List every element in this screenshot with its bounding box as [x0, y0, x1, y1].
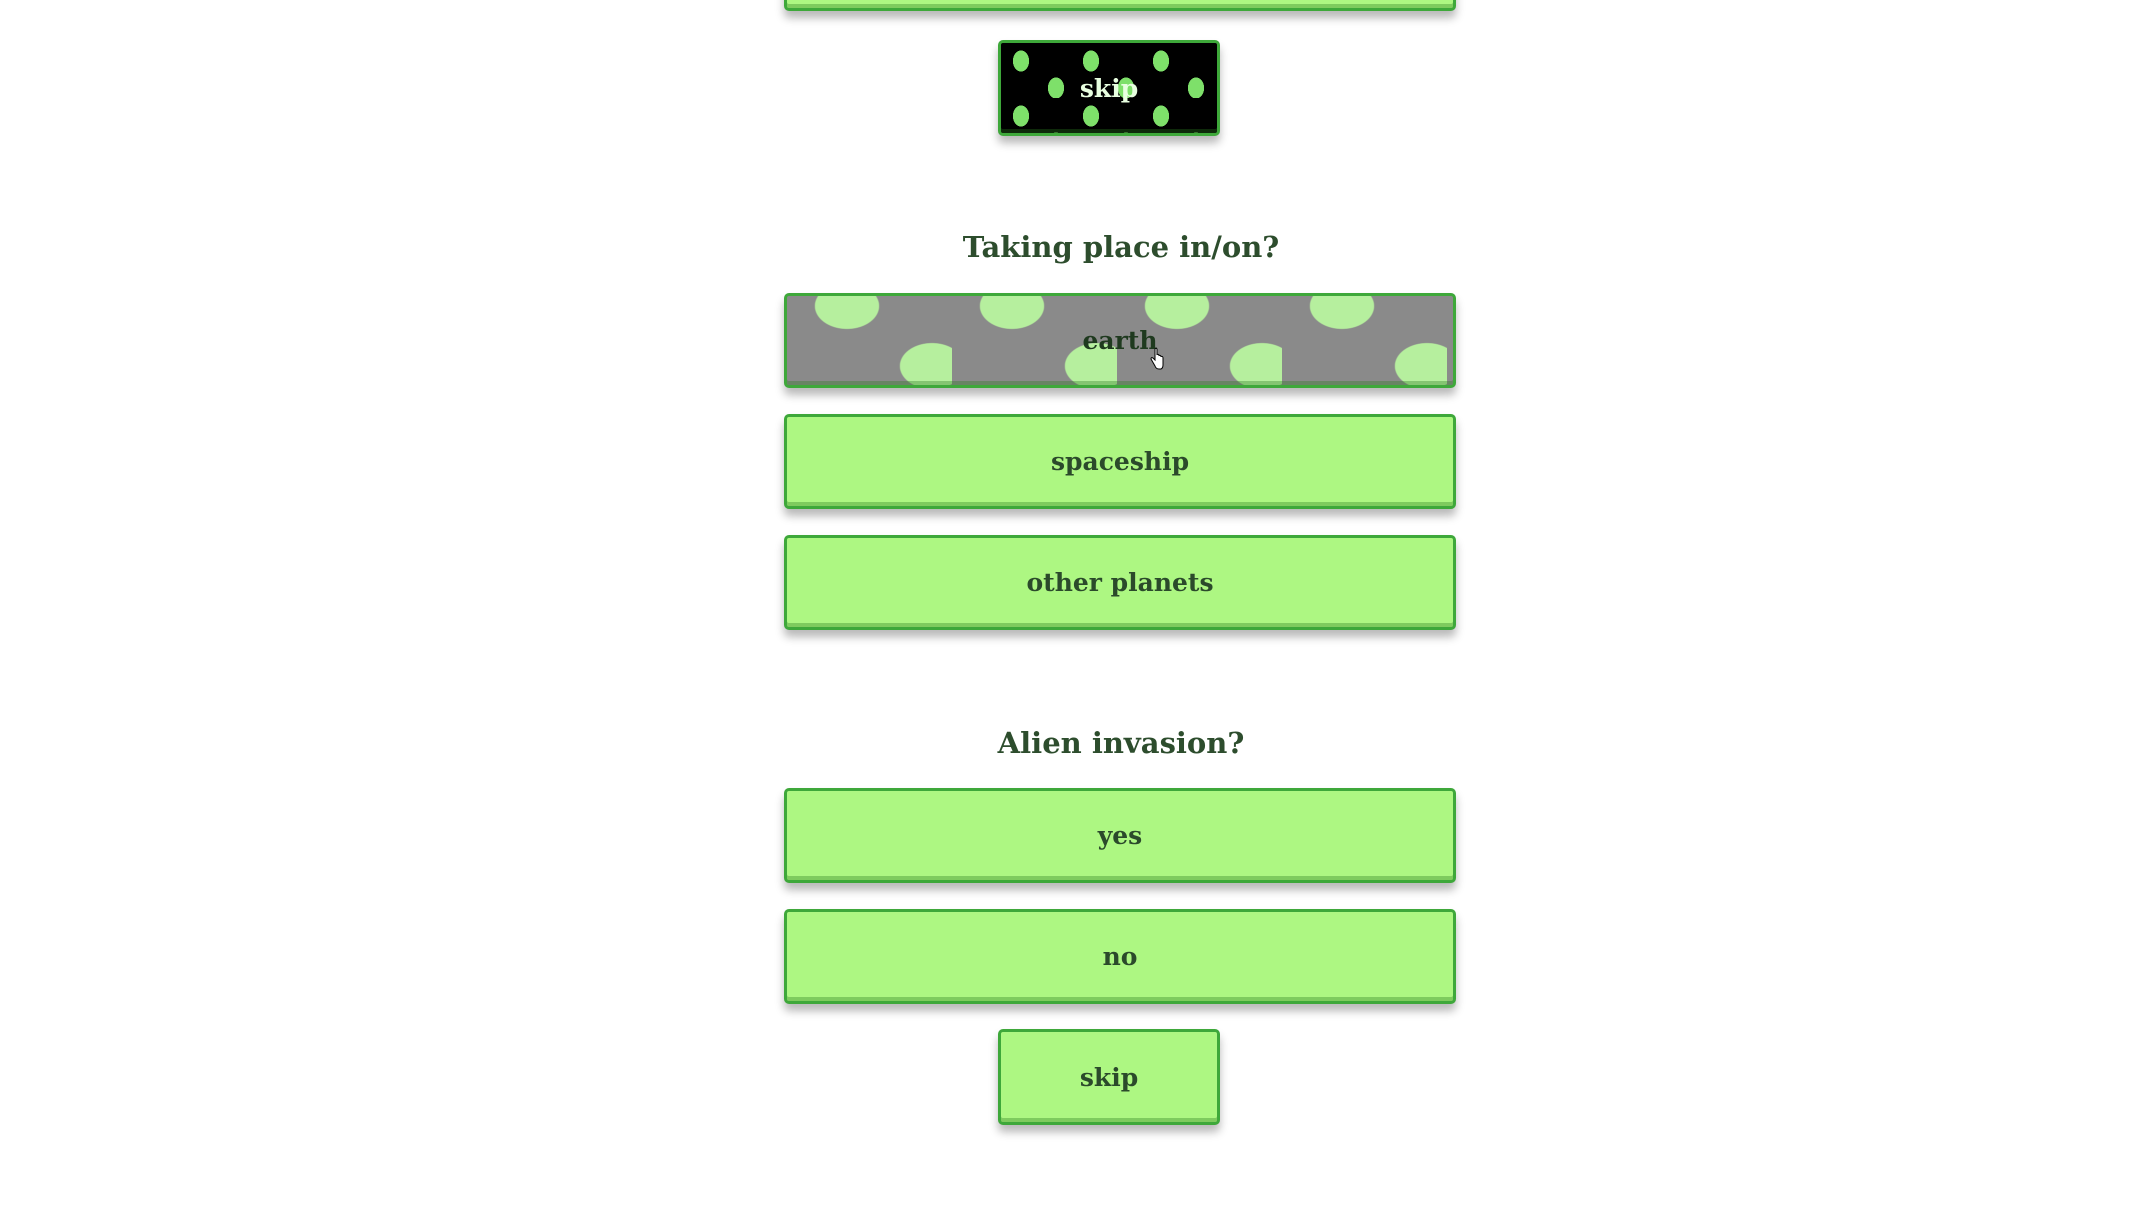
option-other-planets-button[interactable]: other planets: [784, 535, 1456, 630]
option-earth-label: earth: [1082, 326, 1158, 355]
question-title-invasion: Alien invasion?: [997, 726, 1245, 760]
option-yes-button[interactable]: yes: [784, 788, 1456, 883]
skip-button-label: skip: [1079, 73, 1139, 103]
top-partial-button[interactable]: [784, 0, 1456, 11]
skip-button-previous-question[interactable]: skip: [998, 40, 1220, 136]
option-no-button[interactable]: no: [784, 909, 1456, 1004]
next-question-title-partial: [1000, 1214, 1260, 1228]
option-spaceship-button[interactable]: spaceship: [784, 414, 1456, 509]
option-other-planets-label: other planets: [1026, 568, 1214, 597]
quiz-page: skip Taking place in/on? earth spaceship…: [0, 0, 2146, 1228]
option-yes-label: yes: [1097, 821, 1143, 850]
skip-button-invasion[interactable]: skip: [998, 1029, 1220, 1125]
option-no-label: no: [1102, 942, 1138, 971]
skip-button-invasion-label: skip: [1079, 1062, 1139, 1092]
option-earth-button[interactable]: earth: [784, 293, 1456, 388]
question-title-location: Taking place in/on?: [962, 230, 1280, 264]
option-spaceship-label: spaceship: [1050, 447, 1190, 476]
